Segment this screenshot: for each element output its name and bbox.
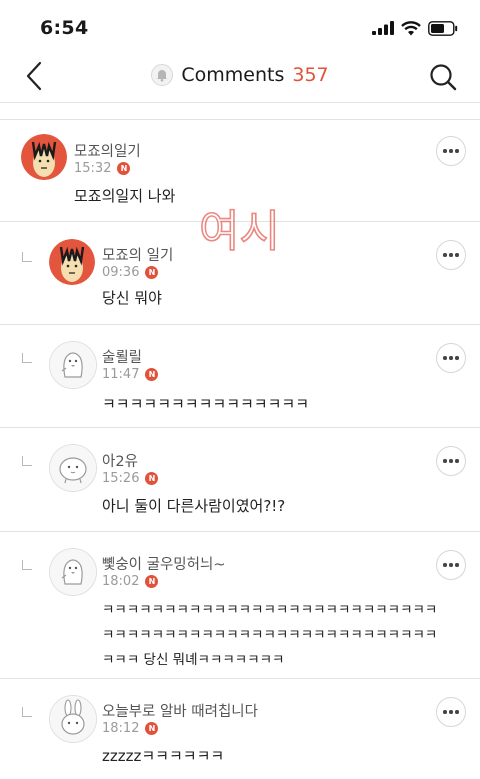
comment-time: 15:32: [74, 161, 112, 176]
comment-author[interactable]: 모죠의일기: [74, 140, 141, 161]
wifi-icon: [401, 20, 421, 35]
status-bar: 6:54: [0, 0, 480, 50]
comment-meta: 15:32 N: [74, 161, 131, 176]
comment-author[interactable]: 모죠의 일기: [102, 244, 173, 265]
header-divider: [0, 103, 480, 120]
avatar[interactable]: [49, 444, 97, 492]
comment-text: zzzzzㅋㅋㅋㅋㅋㅋ: [102, 747, 225, 765]
penguin-avatar-icon: [50, 549, 96, 595]
comment-text-line: ㅋㅋㅋㅋㅋㅋㅋㅋㅋㅋㅋㅋㅋㅋㅋㅋㅋㅋㅋㅋㅋㅋㅋㅋㅋㅋㅋ: [102, 602, 438, 618]
more-options-button[interactable]: [436, 136, 466, 166]
avatar[interactable]: [49, 239, 95, 285]
comment-meta: 18:02 N: [102, 574, 159, 589]
comment-meta: 09:36 N: [102, 265, 159, 280]
reply-item: 오늘부로 알바 때려칩니다 18:12 N zzzzzㅋㅋㅋㅋㅋㅋ: [0, 679, 480, 779]
new-badge: N: [145, 368, 159, 381]
status-time: 6:54: [40, 17, 89, 39]
battery-icon: [428, 20, 458, 36]
title-label: Comments: [181, 64, 285, 86]
comment-meta: 11:47 N: [102, 367, 159, 382]
rabbit-avatar-icon: [50, 696, 96, 742]
bell-icon[interactable]: [151, 64, 174, 86]
comment-time: 18:12: [102, 721, 140, 736]
reply-item: 뼻숭이 굴우밍허늬~ 18:02 N ㅋㅋㅋㅋㅋㅋㅋㅋㅋㅋㅋㅋㅋㅋㅋㅋㅋㅋㅋㅋㅋ…: [0, 532, 480, 679]
comment-item: 모죠의일기 15:32 N 모죠의일지 나와: [0, 120, 480, 222]
reply-arrow-icon: [22, 353, 32, 363]
more-options-button[interactable]: [436, 697, 466, 727]
comment-text: 당신 뭐야: [102, 289, 162, 307]
comment-meta: 15:26 N: [102, 471, 159, 486]
avatar[interactable]: [49, 341, 97, 389]
red-character-avatar-icon: [21, 134, 67, 180]
more-options-button[interactable]: [436, 550, 466, 580]
more-options-button[interactable]: [436, 240, 466, 270]
blob-avatar-icon: [50, 445, 96, 491]
comment-text: 모죠의일지 나와: [74, 187, 176, 205]
comment-count: 357: [292, 64, 329, 86]
comment-time: 15:26: [102, 471, 140, 486]
new-badge: N: [145, 575, 159, 588]
penguin-avatar-icon: [50, 342, 96, 388]
comment-time: 11:47: [102, 367, 140, 382]
comment-text-line: ㅋㅋㅋㅋㅋㅋㅋㅋㅋㅋㅋㅋㅋㅋㅋㅋㅋㅋㅋㅋㅋㅋㅋㅋㅋㅋㅋ: [102, 627, 438, 643]
more-options-button[interactable]: [436, 446, 466, 476]
comment-list: 모죠의일기 15:32 N 모죠의일지 나와 모죠의 일기 09:36 N 당신…: [0, 120, 480, 779]
red-character-avatar-icon: [49, 239, 95, 285]
reply-item: 술뢸릴 11:47 N ㅋㅋㅋㅋㅋㅋㅋㅋㅋㅋㅋㅋㅋㅋㅋ: [0, 325, 480, 428]
comment-author[interactable]: 오늘부로 알바 때려칩니다: [102, 700, 258, 721]
reply-arrow-icon: [22, 560, 32, 570]
reply-item: 아2유 15:26 N 아니 둘이 다른사람이였어?!?: [0, 428, 480, 532]
reply-item: 모죠의 일기 09:36 N 당신 뭐야: [0, 222, 480, 325]
new-badge: N: [117, 162, 131, 175]
comment-time: 18:02: [102, 574, 140, 589]
status-icons: [372, 20, 458, 36]
comment-text: ㅋㅋㅋㅋㅋㅋㅋㅋㅋㅋㅋㅋㅋㅋㅋㅋㅋㅋㅋㅋㅋㅋㅋㅋㅋㅋㅋ ㅋㅋㅋㅋㅋㅋㅋㅋㅋㅋㅋㅋ…: [102, 598, 437, 673]
reply-arrow-icon: [22, 252, 32, 262]
more-options-button[interactable]: [436, 343, 466, 373]
reply-arrow-icon: [22, 456, 32, 466]
comment-author[interactable]: 뼻숭이 굴우밍허늬~: [102, 553, 225, 574]
new-badge: N: [145, 722, 159, 735]
comment-text-line: ㅋㅋㅋ 당신 뭐녜ㅋㅋㅋㅋㅋㅋㅋ: [102, 652, 285, 668]
comment-author[interactable]: 술뢸릴: [102, 346, 142, 367]
avatar[interactable]: [21, 134, 67, 180]
search-icon[interactable]: [428, 62, 458, 92]
nav-bar: Comments 357: [0, 50, 480, 103]
new-badge: N: [145, 266, 159, 279]
new-badge: N: [145, 472, 159, 485]
reply-arrow-icon: [22, 707, 32, 717]
comment-text: ㅋㅋㅋㅋㅋㅋㅋㅋㅋㅋㅋㅋㅋㅋㅋ: [102, 395, 310, 413]
cellular-signal-icon: [372, 21, 394, 35]
page-title: Comments 357: [0, 64, 480, 86]
comment-text: 아니 둘이 다른사람이였어?!?: [102, 497, 286, 515]
avatar[interactable]: [49, 548, 97, 596]
avatar[interactable]: [49, 695, 97, 743]
comment-author[interactable]: 아2유: [102, 450, 138, 471]
comment-time: 09:36: [102, 265, 140, 280]
comment-meta: 18:12 N: [102, 721, 159, 736]
